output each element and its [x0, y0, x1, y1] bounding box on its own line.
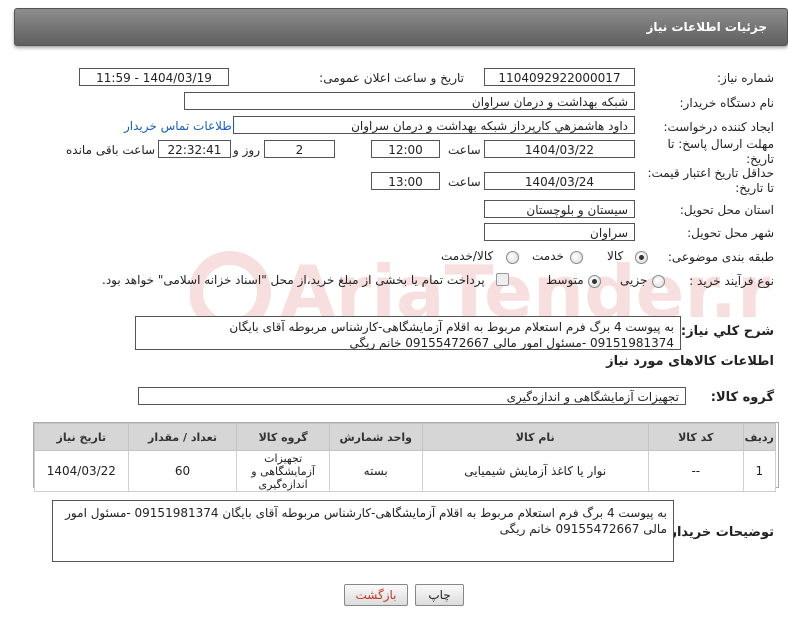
remaining-time-field: 22:32:41 [158, 140, 231, 158]
col-name: نام کالا [421, 423, 649, 451]
reply-time-label: ساعت [448, 143, 481, 157]
panel-title: جزئیات اطلاعات نیاز [646, 20, 767, 34]
need-number-label: شماره نیاز: [717, 71, 774, 85]
requester-field: داود هاشمزهي کارپرداز شبکه بهداشت و درما… [233, 116, 635, 134]
print-button[interactable]: چاپ [415, 584, 464, 606]
col-group: گروه کالا [236, 423, 330, 451]
cell-row: 1 [742, 450, 777, 492]
purchase-medium-radio[interactable] [588, 275, 601, 288]
col-unit: واحد شمارش [328, 423, 423, 451]
delivery-city-label: شهر محل تحویل: [687, 226, 774, 240]
general-desc-label: شرح کلي نياز: [680, 324, 774, 339]
buyer-notes-label: توضیحات خریدار: [664, 525, 774, 540]
reply-deadline-label: مهلت ارسال پاسخ: تا تاریخ: [667, 137, 774, 166]
validity-time-label: ساعت [448, 175, 481, 189]
category-service-label: خدمت [532, 249, 564, 263]
col-row: ردیف [742, 423, 777, 451]
treasury-checkbox[interactable] [496, 273, 509, 286]
general-desc-field: به پیوست 4 برگ فرم استعلام مربوط به اقلا… [135, 316, 681, 350]
validity-time-field: 13:00 [371, 172, 440, 190]
goods-info-title: اطلاعات کالاهای مورد نیاز [606, 354, 774, 369]
cell-code: -- [647, 450, 744, 492]
delivery-province-label: استان محل تحویل: [679, 203, 774, 217]
purchase-minor-label: جزیی [620, 273, 648, 287]
table-row: 1 -- نوار یا کاغذ آزمایش شیمیایی بسته تج… [34, 450, 777, 492]
cell-name: نوار یا کاغذ آزمایش شیمیایی [421, 450, 649, 492]
category-service-radio[interactable] [570, 251, 583, 264]
price-validity-label: حداقل تاریخ اعتبار قیمت: تا تاریخ: [647, 166, 774, 195]
days-field: 2 [264, 140, 335, 158]
col-date: تاریخ نیاز [34, 423, 129, 451]
remaining-label: ساعت باقی مانده [66, 143, 156, 157]
buyer-org-field: شبکه بهداشت و درمان سراوان [184, 92, 635, 110]
city-field: سراوان [484, 223, 635, 241]
purchase-minor-radio[interactable] [652, 275, 665, 288]
reply-date-field: 1404/03/22 [484, 140, 635, 158]
cell-unit: بسته [328, 450, 423, 492]
col-qty: تعداد / مقدار [127, 423, 238, 451]
category-goods-service-radio[interactable] [506, 251, 519, 264]
goods-group-label: گروه کالا: [710, 390, 774, 405]
cell-group: تجهیزات آزمایشگاهی و اندازه‌گیری [236, 450, 330, 492]
contact-info-link[interactable]: اطلاعات تماس خریدار [124, 119, 235, 133]
back-button[interactable]: بازگشت [344, 584, 408, 606]
category-goods-label: کالا [607, 249, 624, 263]
items-table: ردیف کد کالا نام کالا واحد شمارش گروه کا… [34, 423, 777, 492]
cell-date: 1404/03/22 [34, 450, 129, 492]
goods-group-field: تجهیزات آزمایشگاهی و اندازه‌گیری [138, 387, 686, 405]
days-label: روز و [233, 143, 260, 157]
announce-datetime-label: تاریخ و ساعت اعلان عمومی: [319, 71, 464, 85]
category-label: طبقه بندی موضوعی: [667, 250, 774, 264]
need-number-field: 1104092922000017 [484, 68, 635, 86]
buyer-notes-field: به پیوست 4 برگ فرم استعلام مربوط به اقلا… [52, 500, 674, 562]
items-table-header: ردیف کد کالا نام کالا واحد شمارش گروه کا… [34, 423, 777, 451]
validity-date-field: 1404/03/24 [484, 172, 635, 190]
purchase-medium-label: متوسط [546, 273, 584, 287]
announce-datetime-field: 1404/03/19 - 11:59 [79, 68, 229, 86]
category-goods-service-label: کالا/خدمت [441, 249, 494, 263]
province-field: سیستان و بلوچستان [484, 200, 635, 218]
category-goods-radio[interactable] [635, 251, 648, 264]
requester-label: ایجاد کننده درخواست: [663, 120, 774, 134]
col-code: کد کالا [647, 423, 744, 451]
panel-header: جزئیات اطلاعات نیاز [14, 8, 788, 46]
cell-qty: 60 [127, 450, 238, 492]
purchase-type-label: نوع فرآیند خرید : [689, 274, 774, 288]
reply-time-field: 12:00 [371, 140, 440, 158]
treasury-note: پرداخت تمام یا بخشی از مبلغ خرید،از محل … [102, 273, 485, 287]
buyer-org-label: نام دستگاه خریدار: [679, 96, 775, 110]
